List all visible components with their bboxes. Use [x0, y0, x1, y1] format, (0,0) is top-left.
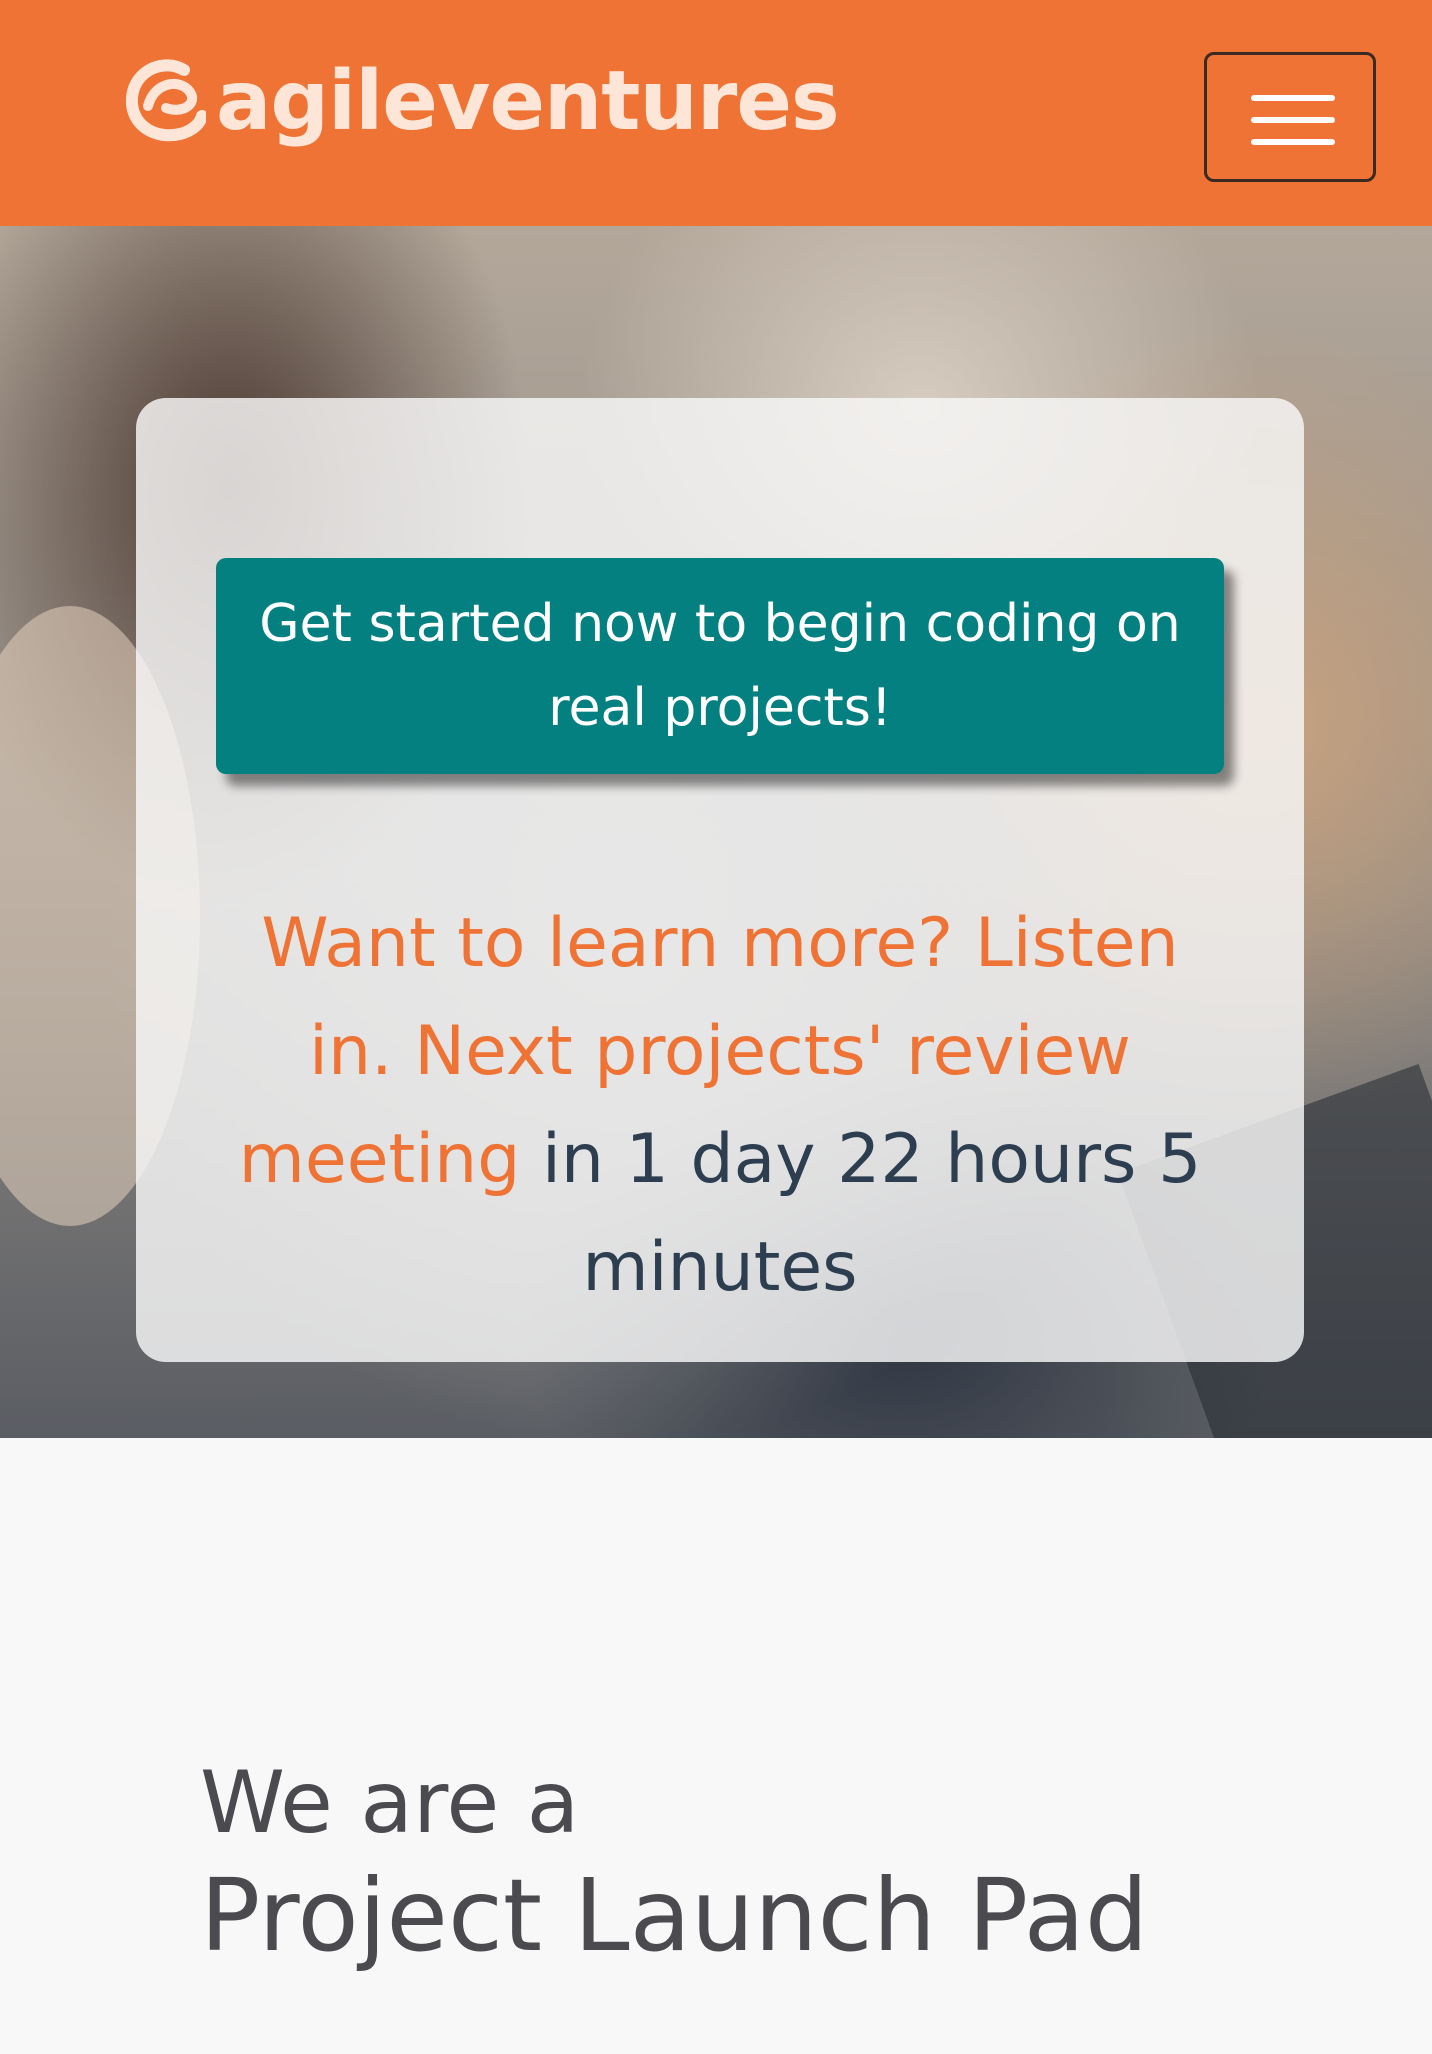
intro-section: We are a Project Launch Pad — [0, 1438, 1432, 2054]
intro-title: Project Launch Pad — [200, 1857, 1149, 1974]
get-started-button[interactable]: Get started now to begin coding on real … — [216, 558, 1224, 774]
intro-eyebrow: We are a — [200, 1753, 580, 1853]
meeting-countdown: in 1 day 22 hours 5 minutes — [541, 1120, 1202, 1307]
hero-section: Get started now to begin coding on real … — [0, 226, 1432, 1438]
hero-panel: Get started now to begin coding on real … — [136, 398, 1304, 1362]
top-navbar: agileventures — [0, 0, 1432, 226]
agileventures-swirl-icon — [124, 52, 216, 152]
brand-logo-link[interactable]: agileventures — [124, 50, 840, 154]
menu-toggle-button[interactable] — [1204, 52, 1376, 182]
brand-wordmark: agileventures — [216, 54, 840, 149]
next-meeting-text: Want to learn more? Listen in. Next proj… — [216, 890, 1224, 1322]
